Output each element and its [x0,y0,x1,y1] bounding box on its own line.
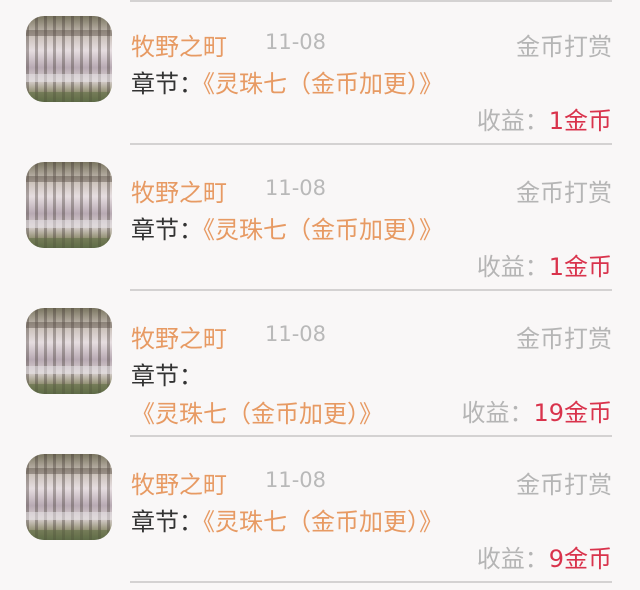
row-divider [130,289,612,291]
chapter-info: 章节：《灵珠七（金币加更）》 [131,65,466,103]
record-date: 11-08 [265,30,327,54]
income-info: 收益：1金币 [477,247,612,282]
record-date: 11-08 [265,176,327,200]
chapter-title[interactable]: 《灵珠七（金币加更）》 [203,216,443,244]
row-divider [130,143,612,145]
reward-record-row[interactable]: 牧野之町 11-08 金币打赏 章节： 《灵珠七（金币加更）》 收益：19金币 [0,292,640,437]
chapter-info: 章节：《灵珠七（金币加更）》 [131,503,466,541]
record-date: 11-08 [265,322,327,346]
chapter-title[interactable]: 《灵珠七（金币加更）》 [131,400,383,428]
income-label: 收益： [461,399,534,427]
chapter-label: 章节： [131,508,203,536]
income-info: 收益：19金币 [461,393,612,428]
avatar[interactable] [26,16,112,102]
income-label: 收益： [476,253,549,281]
reward-record-row[interactable]: 牧野之町 11-08 金币打赏 章节：《灵珠七（金币加更）》 收益：9金币 [0,438,640,583]
chapter-label: 章节： [131,362,203,390]
income-value: 19金币 [533,399,612,427]
income-info: 收益：1金币 [477,101,612,136]
avatar[interactable] [26,162,112,248]
chapter-label: 章节： [131,216,203,244]
user-name[interactable]: 牧野之町 [131,27,227,62]
income-label: 收益： [476,545,549,573]
chapter-label: 章节： [131,70,203,98]
income-value: 9金币 [548,545,612,573]
income-info: 收益：9金币 [477,539,612,574]
avatar[interactable] [26,454,112,540]
chapter-info: 章节： 《灵珠七（金币加更）》 [131,357,431,433]
user-name[interactable]: 牧野之町 [131,173,227,208]
chapter-title[interactable]: 《灵珠七（金币加更）》 [203,70,443,98]
chapter-info: 章节：《灵珠七（金币加更）》 [131,211,466,249]
row-divider [130,435,612,437]
reward-type: 金币打赏 [516,471,612,499]
reward-type: 金币打赏 [516,33,612,61]
income-value: 1金币 [548,253,612,281]
income-value: 1金币 [548,107,612,135]
reward-type: 金币打赏 [516,325,612,353]
reward-record-row[interactable]: 牧野之町 11-08 金币打赏 章节：《灵珠七（金币加更）》 收益：1金币 [0,146,640,291]
reward-record-row[interactable]: 牧野之町 11-08 金币打赏 章节：《灵珠七（金币加更）》 收益：1金币 [0,0,640,145]
row-divider [130,581,612,583]
reward-type: 金币打赏 [516,179,612,207]
user-name[interactable]: 牧野之町 [131,319,227,354]
record-date: 11-08 [265,468,327,492]
income-label: 收益： [476,107,549,135]
avatar[interactable] [26,308,112,394]
chapter-title[interactable]: 《灵珠七（金币加更）》 [203,508,443,536]
user-name[interactable]: 牧野之町 [131,465,227,500]
